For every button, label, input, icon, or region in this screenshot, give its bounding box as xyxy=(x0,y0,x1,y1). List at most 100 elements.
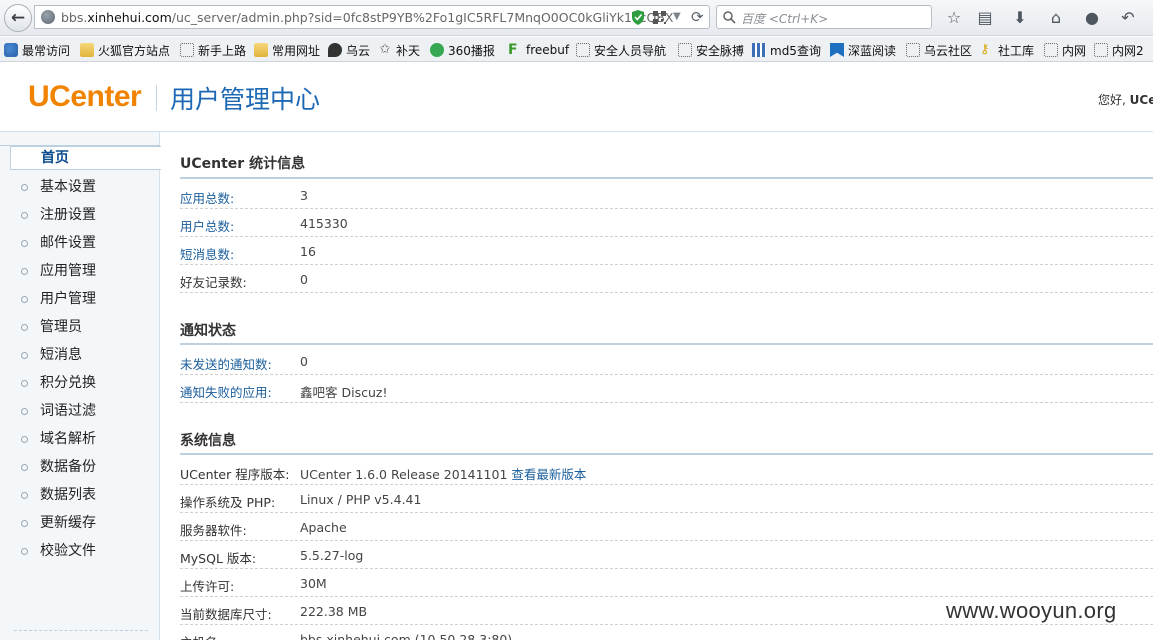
sidebar-item-basic-settings[interactable]: 基本设置 xyxy=(0,173,160,201)
shield-icon[interactable] xyxy=(631,10,645,25)
sidebar-item-mail-settings[interactable]: 邮件设置 xyxy=(0,229,160,257)
chat-icon[interactable]: ● xyxy=(1082,7,1102,27)
bookmark-item[interactable]: 新手上路 xyxy=(180,42,246,58)
bullet-icon xyxy=(21,436,28,443)
bullet-icon xyxy=(21,324,28,331)
bookmark-item[interactable]: 安全脉搏 xyxy=(678,42,744,58)
reload-icon[interactable]: ⟳ xyxy=(691,8,707,26)
bookmark-item[interactable]: ✩ 补天 xyxy=(378,42,420,58)
sidebar-item-domain-resolution[interactable]: 域名解析 xyxy=(0,425,160,453)
search-bar[interactable]: 百度 <Ctrl+K> xyxy=(716,5,932,29)
bookmark-item[interactable]: md5查询 xyxy=(752,42,821,58)
sidebar-item-register-settings[interactable]: 注册设置 xyxy=(0,201,160,229)
row-label: 操作系统及 PHP: xyxy=(180,495,276,510)
bookmark-item[interactable]: 安全人员导航 xyxy=(576,42,666,58)
bookmark-label: 深蓝阅读 xyxy=(848,43,897,58)
bookmark-item[interactable]: ⚷ 社工库 xyxy=(980,42,1034,58)
sidebar-item-word-filter[interactable]: 词语过滤 xyxy=(0,397,160,425)
row-value: UCenter 1.6.0 Release 20141101 查看最新版本 xyxy=(300,464,586,483)
sidebar-item-label: 词语过滤 xyxy=(40,403,96,419)
greeting-text: 您好, xyxy=(1098,93,1130,107)
sidebar-item-label: 校验文件 xyxy=(40,543,96,559)
bookmark-item[interactable]: 乌云 xyxy=(328,42,370,58)
bookmark-label: 安全人员导航 xyxy=(594,43,667,58)
bullet-icon xyxy=(21,184,28,191)
grid-icon xyxy=(752,43,766,57)
sidebar-item-update-cache[interactable]: 更新缓存 xyxy=(0,509,160,537)
user-greeting: 您好, UCe xyxy=(1098,91,1153,108)
dropdown-icon[interactable]: ▼ xyxy=(673,11,685,23)
row-label: MySQL 版本: xyxy=(180,551,257,566)
row-value: Linux / PHP v5.4.41 xyxy=(300,492,422,507)
sidebar-item-administrators[interactable]: 管理员 xyxy=(0,313,160,341)
row-value: 5.5.27-log xyxy=(300,548,364,563)
download-icon[interactable]: ⬇ xyxy=(1010,7,1030,27)
row-label[interactable]: 用户总数: xyxy=(180,216,234,235)
section-rule xyxy=(180,453,1153,455)
sidebar-item-credit-exchange[interactable]: 积分兑换 xyxy=(0,369,160,397)
bullet-icon xyxy=(21,296,28,303)
row-value: 3 xyxy=(300,188,308,203)
url-bar[interactable]: bbs.xinhehui.com/uc_server/admin.php?sid… xyxy=(34,5,710,29)
row-label[interactable]: 通知失败的应用: xyxy=(180,382,272,401)
bookmark-item[interactable]: 内网 xyxy=(1044,42,1086,58)
sidebar: 首页 基本设置 注册设置 邮件设置 应用管理 用户管理 管理员 短消息 积分兑换… xyxy=(0,132,161,640)
bookmark-label: 补天 xyxy=(396,43,421,58)
table-row: 好友记录数: 0 xyxy=(180,265,1153,293)
bullet-icon xyxy=(21,520,28,527)
page-icon xyxy=(1094,43,1108,57)
bookmark-item[interactable]: 常用网址 xyxy=(254,42,320,58)
drop-icon xyxy=(328,43,342,57)
logo-divider xyxy=(156,85,157,111)
bookmark-label: 360播报 xyxy=(448,43,495,58)
bookmark-label: 乌云社区 xyxy=(924,43,973,58)
bookmark-item[interactable]: 360播报 xyxy=(430,42,495,58)
section-rule xyxy=(180,177,1153,179)
check-latest-version-link[interactable]: 查看最新版本 xyxy=(511,467,586,482)
table-row: MySQL 版本: 5.5.27-log xyxy=(180,541,1153,569)
sidebar-item-verify-files[interactable]: 校验文件 xyxy=(0,537,160,565)
globe-icon xyxy=(41,10,55,24)
flag-icon xyxy=(830,43,844,57)
url-path: /uc_server/admin.php?sid=0fc8stP9YB%2Fo1… xyxy=(171,10,674,25)
home-icon[interactable]: ⌂ xyxy=(1046,7,1066,27)
row-label[interactable]: 应用总数: xyxy=(180,188,234,207)
table-row: 主机名: bbs.xinhehui.com (10.50.28.3:80) xyxy=(180,625,1153,640)
row-value: Apache xyxy=(300,520,347,535)
search-icon xyxy=(723,11,736,24)
bookmark-item[interactable]: 内网2 xyxy=(1094,42,1144,58)
table-row: 服务器软件: Apache xyxy=(180,513,1153,541)
sidebar-item-label: 应用管理 xyxy=(40,263,96,279)
back-arrow-icon[interactable]: ← xyxy=(4,4,32,32)
bookmark-item[interactable]: 最常访问 xyxy=(4,42,70,58)
bookmark-label: 社工库 xyxy=(998,43,1035,58)
sidebar-item-user-management[interactable]: 用户管理 xyxy=(0,285,160,313)
url-text[interactable]: bbs.xinhehui.com/uc_server/admin.php?sid… xyxy=(61,10,673,25)
bookmark-label: 内网2 xyxy=(1112,43,1144,58)
sidebar-item-app-management[interactable]: 应用管理 xyxy=(0,257,160,285)
sidebar-item-data-backup[interactable]: 数据备份 xyxy=(0,453,160,481)
bookmark-item[interactable]: Ffreebuf xyxy=(508,42,569,58)
green-circle-icon xyxy=(430,43,444,57)
bookmark-item[interactable]: 乌云社区 xyxy=(906,42,972,58)
row-value: bbs.xinhehui.com (10.50.28.3:80) xyxy=(300,632,513,640)
bookmark-label: freebuf xyxy=(526,43,570,57)
bookmarks-bar: 最常访问 火狐官方站点 新手上路 常用网址 乌云 ✩ 补天 360播报 Ffree… xyxy=(0,37,1153,62)
bookmark-item[interactable]: 深蓝阅读 xyxy=(830,42,896,58)
url-host: xinhehui.com xyxy=(87,10,172,25)
sidebar-item-home[interactable]: 首页 xyxy=(10,146,161,170)
bookmark-item[interactable]: 火狐官方站点 xyxy=(80,42,170,58)
username[interactable]: UCe xyxy=(1130,93,1153,107)
sidebar-item-messages[interactable]: 短消息 xyxy=(0,341,160,369)
row-label[interactable]: 短消息数: xyxy=(180,244,234,263)
page-icon xyxy=(180,43,194,57)
ucenter-logo[interactable]: UCenter xyxy=(28,80,142,114)
star-icon[interactable]: ☆ xyxy=(944,7,964,27)
sidebar-item-data-list[interactable]: 数据列表 xyxy=(0,481,160,509)
row-label[interactable]: 未发送的通知数: xyxy=(180,354,272,373)
bookmark-label: 最常访问 xyxy=(22,43,71,58)
qr-code-icon[interactable] xyxy=(653,11,666,24)
reading-list-icon[interactable]: ▤ xyxy=(975,7,995,27)
bookmark-label: 乌云 xyxy=(346,43,371,58)
undo-icon[interactable]: ↶ xyxy=(1118,7,1138,27)
